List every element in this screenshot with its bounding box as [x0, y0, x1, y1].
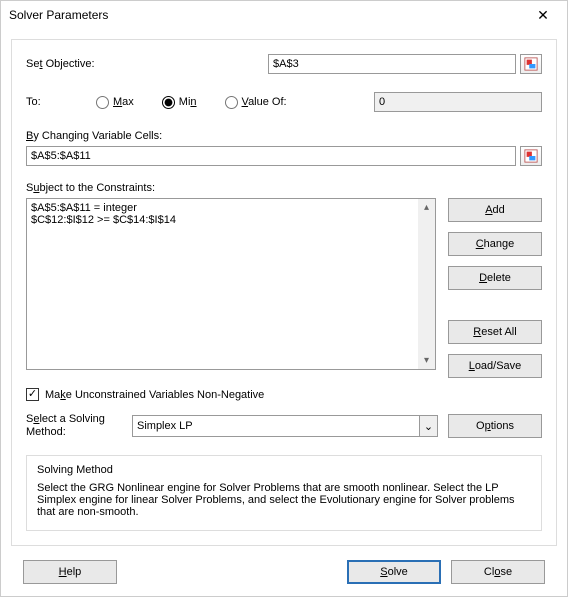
radio-valueof[interactable]: Value Of: [225, 96, 287, 109]
method-select[interactable]: Simplex LP ⌄ [132, 415, 438, 437]
info-title: Solving Method [37, 464, 531, 476]
close-button[interactable]: Close [451, 560, 545, 584]
radio-max[interactable]: Max [96, 96, 134, 109]
range-picker-icon[interactable] [520, 146, 542, 166]
valueof-input[interactable] [374, 92, 542, 112]
main-panel: Set Objective: To: Max Min Value [11, 39, 557, 546]
info-body: Select the GRG Nonlinear engine for Solv… [37, 482, 531, 518]
add-button[interactable]: Add [448, 198, 542, 222]
checkbox-icon: ✓ [26, 388, 39, 401]
load-save-button[interactable]: Load/Save [448, 354, 542, 378]
radio-min[interactable]: Min [162, 96, 197, 109]
reset-all-button[interactable]: Reset All [448, 320, 542, 344]
variables-label: By Changing Variable Cells: [26, 130, 542, 142]
nonneg-checkbox[interactable]: ✓ Make Unconstrained Variables Non-Negat… [26, 388, 542, 401]
options-button[interactable]: Options [448, 414, 542, 438]
range-picker-icon[interactable] [520, 54, 542, 74]
objective-label: Set Objective: [26, 58, 268, 70]
method-label: Select a SolvingMethod: [26, 413, 122, 439]
nonneg-label: Make Unconstrained Variables Non-Negativ… [45, 389, 264, 401]
close-icon[interactable]: ✕ [523, 1, 563, 29]
dialog-footer: Help Solve Close [11, 546, 557, 584]
window-title: Solver Parameters [9, 8, 108, 22]
to-label: To: [26, 96, 60, 108]
chevron-down-icon: ⌄ [419, 416, 437, 436]
constraints-label: Subject to the Constraints: [26, 182, 542, 194]
scroll-down-icon[interactable]: ▾ [418, 352, 435, 369]
constraint-item[interactable]: $C$12:$I$12 >= $C$14:$I$14 [31, 214, 431, 226]
solver-dialog: Solver Parameters ✕ Set Objective: To: M… [0, 0, 568, 597]
titlebar: Solver Parameters ✕ [1, 1, 567, 29]
help-button[interactable]: Help [23, 560, 117, 584]
constraints-list[interactable]: $A$5:$A$11 = integer $C$12:$I$12 >= $C$1… [26, 198, 436, 370]
objective-input[interactable] [268, 54, 516, 74]
change-button[interactable]: Change [448, 232, 542, 256]
method-value: Simplex LP [137, 420, 193, 432]
solve-button[interactable]: Solve [347, 560, 441, 584]
variables-input[interactable] [26, 146, 516, 166]
delete-button[interactable]: Delete [448, 266, 542, 290]
info-box: Solving Method Select the GRG Nonlinear … [26, 455, 542, 531]
scroll-up-icon[interactable]: ▴ [418, 199, 435, 216]
scrollbar[interactable]: ▴ ▾ [418, 199, 435, 369]
constraint-item[interactable]: $A$5:$A$11 = integer [31, 202, 431, 214]
